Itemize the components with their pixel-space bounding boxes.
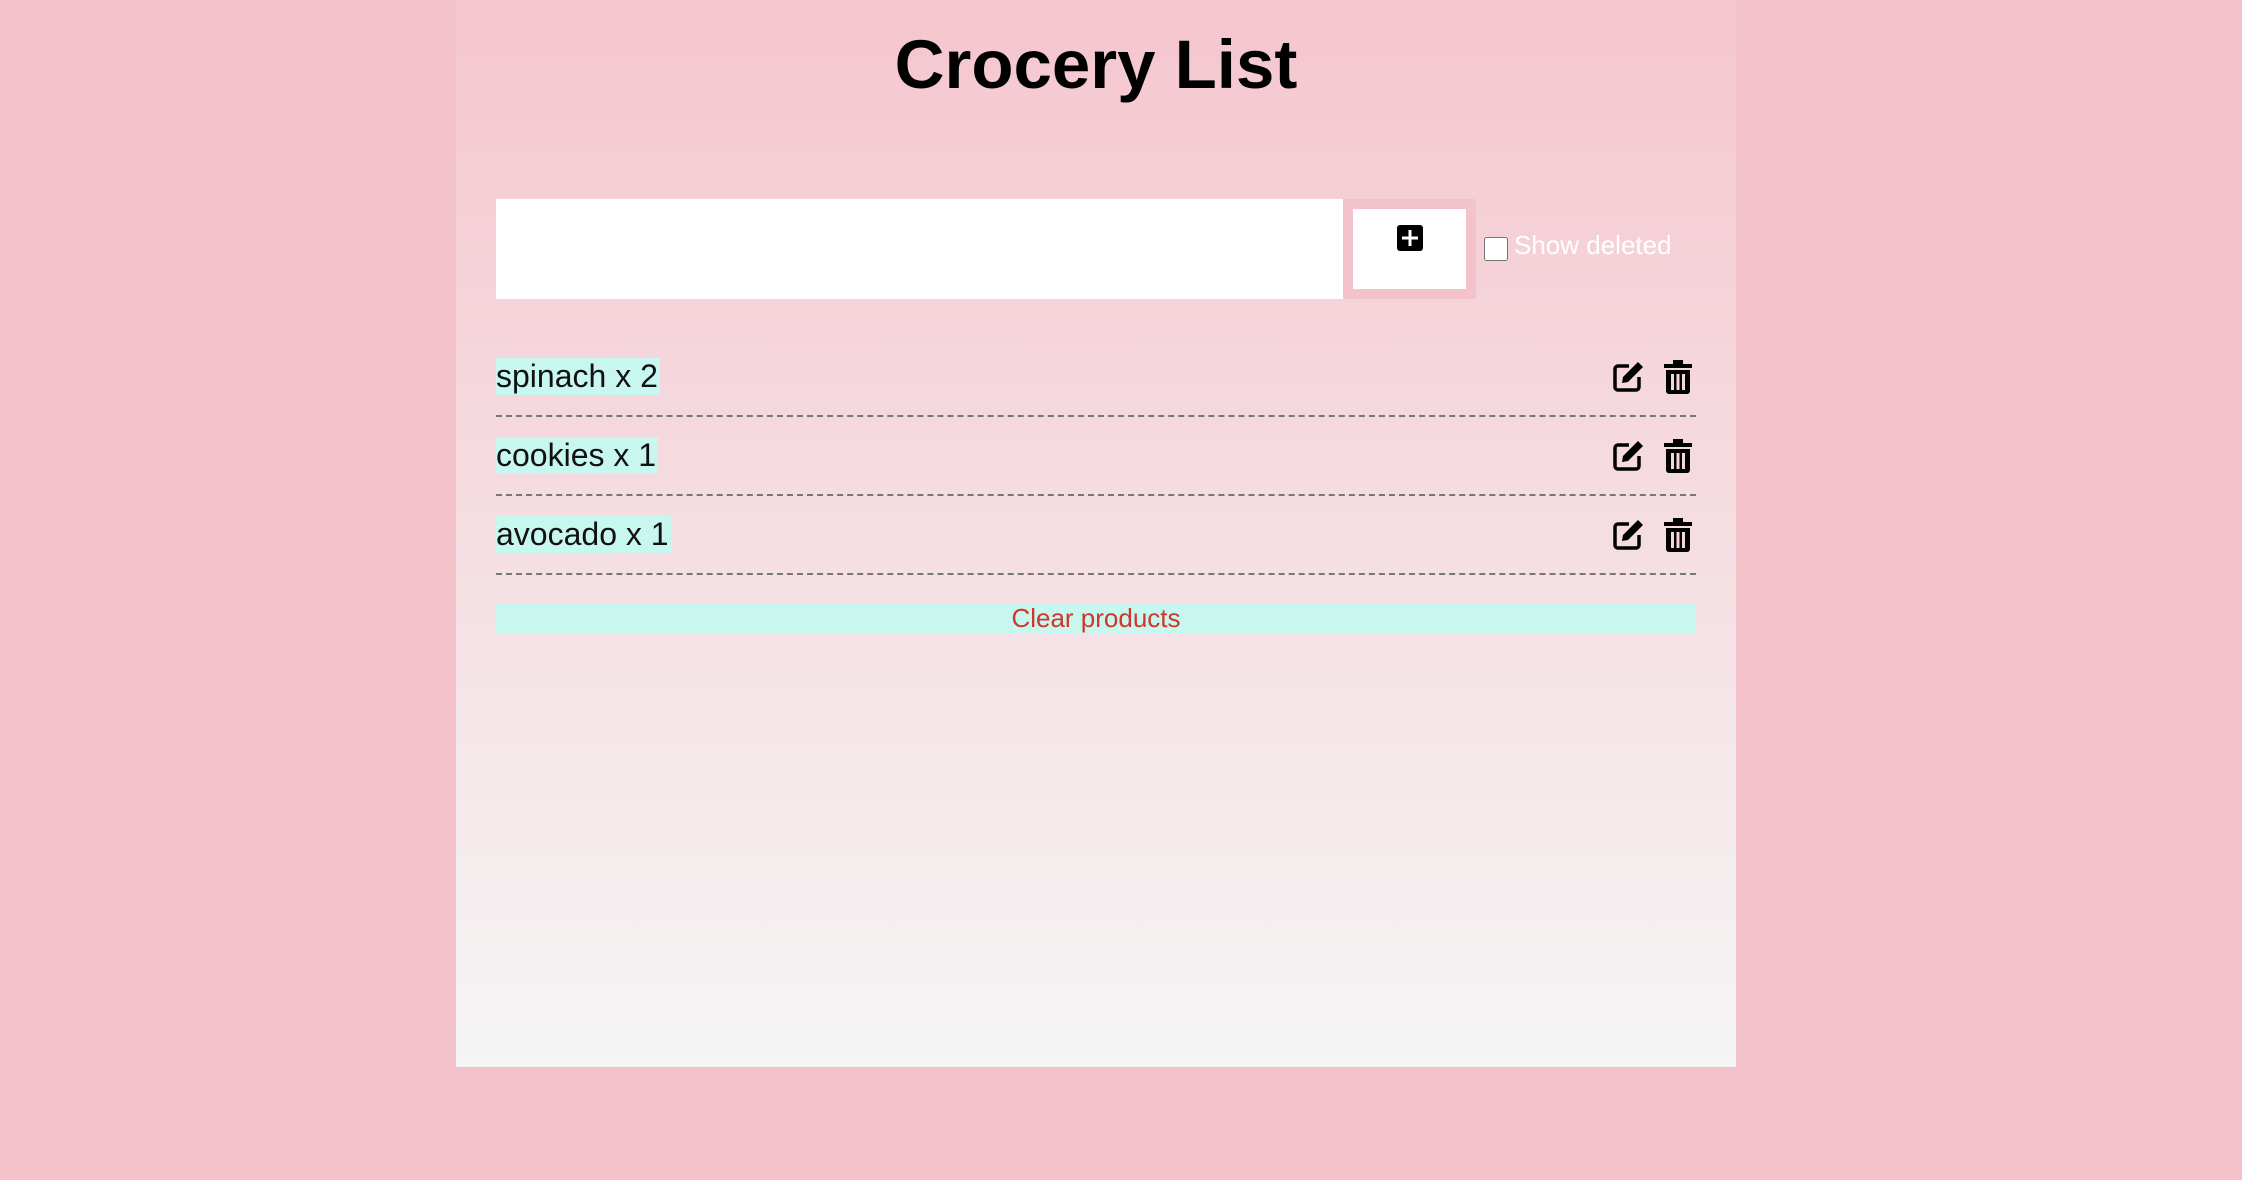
trash-icon	[1664, 359, 1692, 394]
item-label: avocado x 1	[496, 516, 671, 553]
list-item: cookies x 1	[496, 417, 1696, 496]
product-list: spinach x 2 cookies x 1 avocado x 1	[496, 338, 1696, 575]
show-deleted-label: Show deleted	[1514, 229, 1672, 260]
edit-button[interactable]	[1610, 359, 1646, 395]
edit-icon	[1613, 361, 1643, 392]
delete-button[interactable]	[1660, 359, 1696, 395]
item-actions	[1610, 517, 1696, 553]
delete-button[interactable]	[1660, 438, 1696, 474]
list-item: spinach x 2	[496, 338, 1696, 417]
show-deleted-toggle[interactable]: Show deleted	[1484, 229, 1672, 261]
item-label: cookies x 1	[496, 437, 659, 474]
item-label: spinach x 2	[496, 358, 660, 395]
product-input[interactable]	[496, 199, 1343, 299]
plus-square-icon	[1396, 225, 1423, 251]
list-item: avocado x 1	[496, 496, 1696, 575]
edit-button[interactable]	[1610, 517, 1646, 553]
edit-icon	[1613, 440, 1643, 471]
clear-products-button[interactable]: Clear products	[496, 603, 1696, 633]
item-actions	[1610, 438, 1696, 474]
trash-icon	[1664, 517, 1692, 552]
item-actions	[1610, 359, 1696, 395]
edit-icon	[1613, 519, 1643, 550]
add-product-row: Show deleted	[496, 198, 1672, 300]
trash-icon	[1664, 438, 1692, 473]
delete-button[interactable]	[1660, 517, 1696, 553]
page-title: Crocery List	[894, 26, 1298, 103]
add-button[interactable]	[1343, 199, 1476, 299]
show-deleted-checkbox[interactable]	[1484, 237, 1508, 261]
app-container: Crocery List Show deleted spinach x 2 co…	[456, 0, 1736, 1067]
edit-button[interactable]	[1610, 438, 1646, 474]
